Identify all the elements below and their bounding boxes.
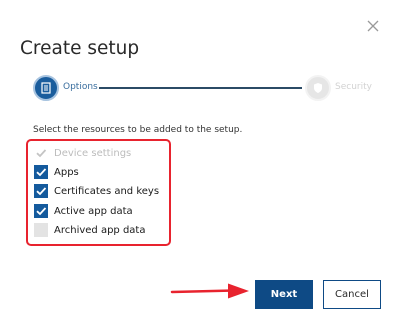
checkbox-archived-app-data[interactable] [34,223,48,237]
option-certificates[interactable]: Certificates and keys [34,184,159,198]
shield-icon [312,79,324,98]
dialog-title: Create setup [20,38,140,59]
cancel-button[interactable]: Cancel [323,280,381,309]
option-label: Active app data [54,205,133,217]
step-connector [99,87,302,89]
option-label: Device settings [54,147,132,159]
step-security [305,75,331,101]
stepper: Options Security [33,75,383,101]
option-archived-app-data[interactable]: Archived app data [34,223,145,237]
option-device-settings: Device settings [34,146,131,160]
checkbox-apps[interactable] [34,165,48,179]
instructions-text: Select the resources to be added to the … [33,125,243,135]
next-button[interactable]: Next [255,280,313,309]
step-security-label: Security [335,82,372,92]
option-label: Apps [54,166,79,178]
arrow-icon [170,282,252,306]
checkbox-active-app-data[interactable] [34,204,48,218]
option-label: Archived app data [54,224,146,236]
document-icon [40,79,52,98]
option-apps[interactable]: Apps [34,165,79,179]
step-options-label: Options [63,82,98,92]
checkbox-device-settings [34,146,48,160]
option-label: Certificates and keys [54,185,160,197]
checkbox-certificates[interactable] [34,184,48,198]
option-active-app-data[interactable]: Active app data [34,204,133,218]
step-options [33,75,59,101]
close-icon[interactable] [366,19,380,33]
